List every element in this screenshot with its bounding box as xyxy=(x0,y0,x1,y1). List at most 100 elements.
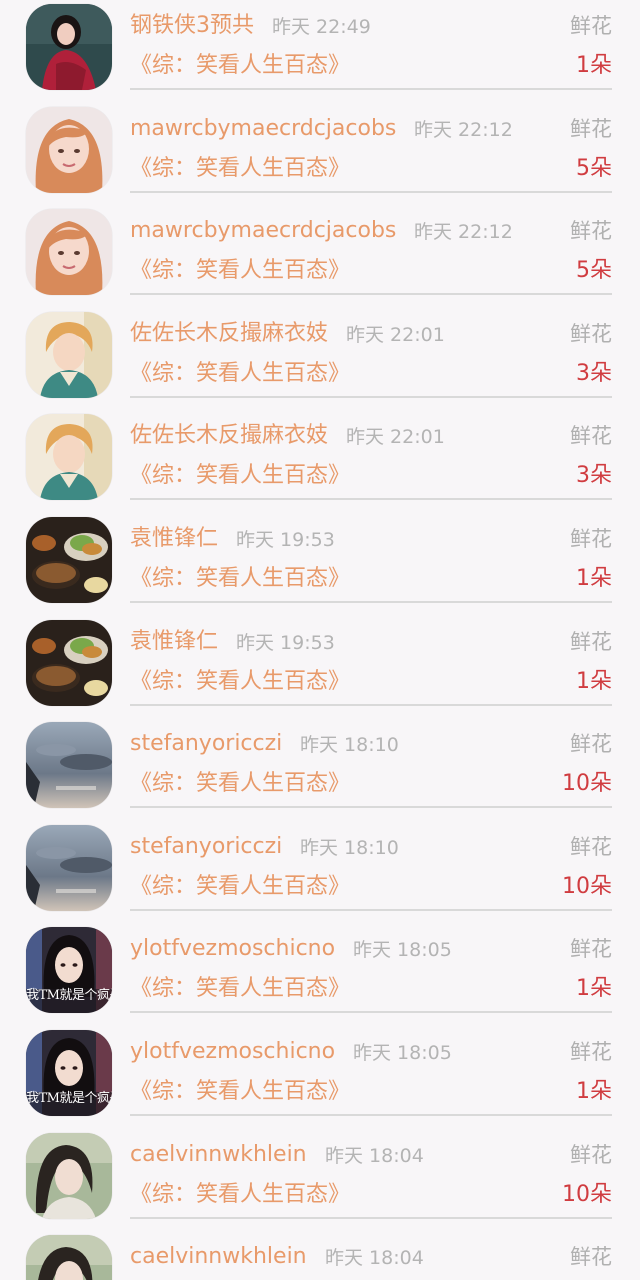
user-name: ylotfvezmoschicno xyxy=(130,936,336,962)
boy-blonde-avatar[interactable] xyxy=(26,414,112,501)
book-title: 《综：笑看人生百态》 xyxy=(130,976,351,1002)
gift-count: 5朵 xyxy=(576,155,612,181)
book-title: 《综：笑看人生百态》 xyxy=(130,1181,351,1207)
gift-time: 昨天 18:04 xyxy=(325,1247,424,1270)
gift-type-label: 鲜花 xyxy=(570,834,612,859)
row-divider xyxy=(130,395,612,398)
gift-type-label: 鲜花 xyxy=(570,424,612,449)
gift-record-row[interactable]: caelvinnwkhlein 昨天 18:04 鲜花 xyxy=(0,1231,640,1280)
gift-count: 3朵 xyxy=(576,463,612,489)
gift-type-label: 鲜花 xyxy=(570,937,612,962)
gift-record-row[interactable]: 佐佐长木反撮麻衣妓 昨天 22:01 鲜花 《综：笑看人生百态》 3朵 xyxy=(0,410,640,513)
row-divider xyxy=(130,293,612,296)
gift-record-row[interactable]: stefanyoricczi 昨天 18:10 鲜花 《综：笑看人生百态》 10… xyxy=(0,718,640,821)
book-title: 《综：笑看人生百态》 xyxy=(130,463,351,489)
row-divider xyxy=(130,1216,612,1219)
row-divider xyxy=(130,703,612,706)
row-divider xyxy=(130,88,612,90)
user-name: 钢铁侠3预共 xyxy=(130,13,254,38)
book-title: 《综：笑看人生百态》 xyxy=(130,360,351,386)
gift-type-label: 鲜花 xyxy=(570,1245,612,1270)
girl-dark-hair-avatar[interactable]: 我TM就是个疯子 xyxy=(26,927,112,1014)
gift-time: 昨天 18:05 xyxy=(353,939,452,962)
gift-time: 昨天 22:49 xyxy=(272,16,371,38)
gift-count: 1朵 xyxy=(576,668,612,694)
row-divider xyxy=(130,190,612,193)
book-title: 《综：笑看人生百态》 xyxy=(130,53,351,78)
gift-time: 昨天 18:05 xyxy=(353,1042,452,1064)
user-name: mawrcbymaecrdcjacobs xyxy=(130,115,397,141)
gift-count: 1朵 xyxy=(576,976,612,1002)
gift-record-row[interactable]: 袁惟锋仁 昨天 19:53 鲜花 《综：笑看人生百态》 1朵 xyxy=(0,616,640,719)
girl-red-avatar[interactable] xyxy=(26,4,112,90)
girl-orange-hair-avatar[interactable] xyxy=(26,209,112,296)
user-name: caelvinnwkhlein xyxy=(130,1244,307,1270)
row-divider xyxy=(130,908,612,911)
girl-green-avatar[interactable] xyxy=(26,1132,112,1219)
gift-record-row[interactable]: 我TM就是个疯子 ylotfvezmoschicno 昨天 18:05 鲜花 《… xyxy=(0,1026,640,1129)
user-name: caelvinnwkhlein xyxy=(130,1141,307,1167)
avatar-caption: 我TM就是个疯子 xyxy=(26,988,112,1004)
gift-type-label: 鲜花 xyxy=(570,1142,612,1167)
row-divider xyxy=(130,601,612,603)
food-avatar[interactable] xyxy=(26,517,112,603)
book-title: 《综：笑看人生百态》 xyxy=(130,566,351,591)
row-divider xyxy=(130,1011,612,1014)
gift-record-row[interactable]: 袁惟锋仁 昨天 19:53 鲜花 《综：笑看人生百态》 1朵 xyxy=(0,513,640,616)
user-name: stefanyoricczi xyxy=(130,731,283,757)
gift-time: 昨天 19:53 xyxy=(236,529,335,551)
gift-count: 1朵 xyxy=(576,53,612,78)
book-title: 《综：笑看人生百态》 xyxy=(130,1079,351,1104)
gift-count: 3朵 xyxy=(576,360,612,386)
user-name: 袁惟锋仁 xyxy=(130,628,219,654)
gift-time: 昨天 22:01 xyxy=(346,323,445,346)
avatar-caption: 我TM就是个疯子 xyxy=(26,1091,112,1106)
gift-type-label: 鲜花 xyxy=(570,14,612,38)
gift-record-row[interactable]: 我TM就是个疯子 ylotfvezmoschicno 昨天 18:05 鲜花 《… xyxy=(0,923,640,1026)
boy-blonde-avatar[interactable] xyxy=(26,311,112,398)
gift-time: 昨天 18:10 xyxy=(300,836,399,859)
gift-record-row[interactable]: 佐佐长木反撮麻衣妓 昨天 22:01 鲜花 《综：笑看人生百态》 3朵 xyxy=(0,308,640,411)
sky-avatar[interactable] xyxy=(26,824,112,911)
gift-record-list[interactable]: 钢铁侠3预共 昨天 22:49 鲜花 《综：笑看人生百态》 1朵 mawrcby… xyxy=(0,0,640,1280)
user-name: 佐佐长木反撮麻衣妓 xyxy=(130,320,329,346)
gift-record-row[interactable]: stefanyoricczi 昨天 18:10 鲜花 《综：笑看人生百态》 10… xyxy=(0,821,640,924)
gift-type-label: 鲜花 xyxy=(570,321,612,346)
gift-time: 昨天 22:01 xyxy=(346,426,445,449)
girl-dark-hair-avatar[interactable]: 我TM就是个疯子 xyxy=(26,1030,112,1116)
gift-count: 1朵 xyxy=(576,1079,612,1104)
user-name: 袁惟锋仁 xyxy=(130,526,219,551)
gift-time: 昨天 19:53 xyxy=(236,631,335,654)
user-name: stefanyoricczi xyxy=(130,833,283,859)
gift-record-row[interactable]: 钢铁侠3预共 昨天 22:49 鲜花 《综：笑看人生百态》 1朵 xyxy=(0,0,640,103)
book-title: 《综：笑看人生百态》 xyxy=(130,771,351,797)
gift-type-label: 鲜花 xyxy=(570,116,612,141)
food-avatar[interactable] xyxy=(26,619,112,706)
gift-type-label: 鲜花 xyxy=(570,219,612,244)
row-divider xyxy=(130,1114,612,1116)
gift-time: 昨天 18:10 xyxy=(300,734,399,757)
girl-green-avatar[interactable] xyxy=(26,1235,112,1280)
row-divider xyxy=(130,498,612,501)
gift-type-label: 鲜花 xyxy=(570,732,612,757)
gift-time: 昨天 22:12 xyxy=(414,221,513,244)
gift-type-label: 鲜花 xyxy=(570,629,612,654)
gift-time: 昨天 18:04 xyxy=(325,1144,424,1167)
book-title: 《综：笑看人生百态》 xyxy=(130,258,351,284)
book-title: 《综：笑看人生百态》 xyxy=(130,155,351,181)
gift-record-row[interactable]: mawrcbymaecrdcjacobs 昨天 22:12 鲜花 《综：笑看人生… xyxy=(0,205,640,308)
row-divider xyxy=(130,806,612,809)
gift-count: 1朵 xyxy=(576,566,612,591)
girl-orange-hair-avatar[interactable] xyxy=(26,106,112,193)
gift-time: 昨天 22:12 xyxy=(414,118,513,141)
gift-count: 10朵 xyxy=(562,1181,612,1207)
user-name: 佐佐长木反撮麻衣妓 xyxy=(130,423,329,449)
gift-count: 10朵 xyxy=(562,873,612,899)
gift-count: 10朵 xyxy=(562,771,612,797)
sky-avatar[interactable] xyxy=(26,722,112,809)
book-title: 《综：笑看人生百态》 xyxy=(130,668,351,694)
gift-type-label: 鲜花 xyxy=(570,527,612,551)
gift-record-row[interactable]: mawrcbymaecrdcjacobs 昨天 22:12 鲜花 《综：笑看人生… xyxy=(0,103,640,206)
gift-type-label: 鲜花 xyxy=(570,1040,612,1064)
gift-record-row[interactable]: caelvinnwkhlein 昨天 18:04 鲜花 《综：笑看人生百态》 1… xyxy=(0,1129,640,1232)
